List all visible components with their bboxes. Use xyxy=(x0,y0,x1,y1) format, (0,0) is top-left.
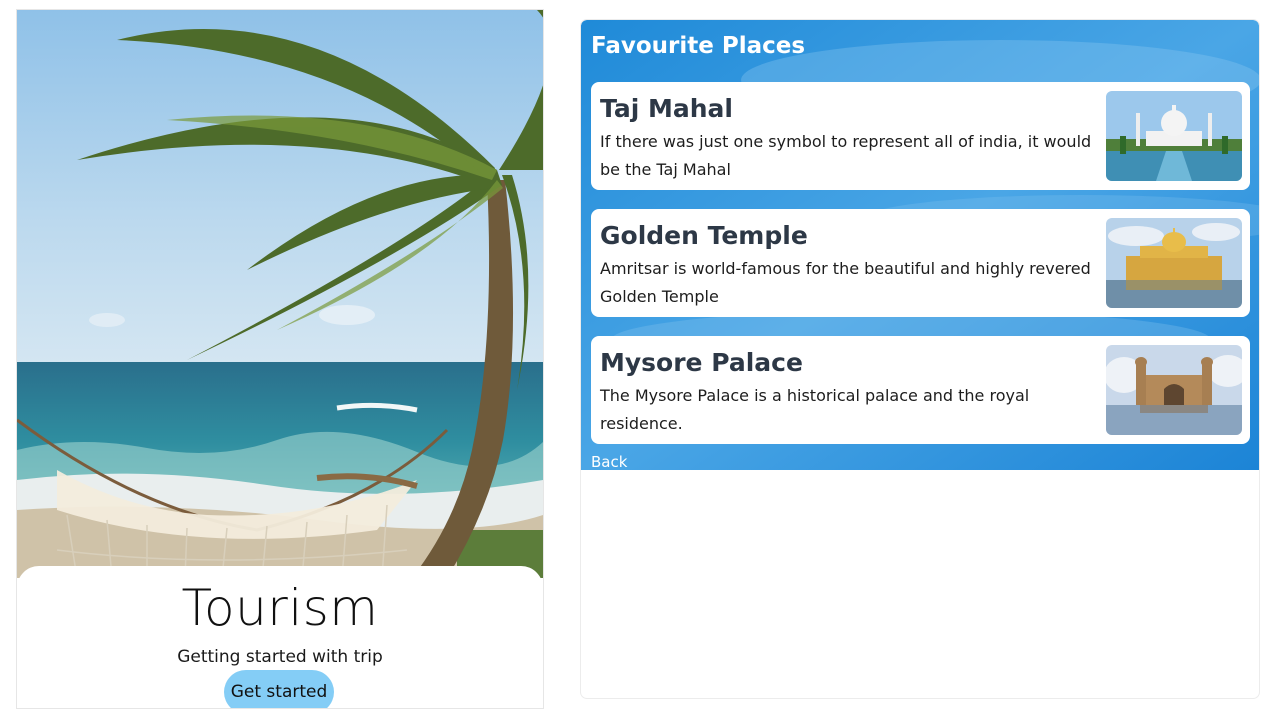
place-name: Taj Mahal xyxy=(600,94,733,123)
back-link[interactable]: Back xyxy=(591,453,627,470)
favourite-places-screen: Favourite Places Taj Mahal If there was … xyxy=(581,20,1259,698)
golden-temple-photo-icon xyxy=(1106,218,1242,308)
place-description: The Mysore Palace is a historical palace… xyxy=(600,386,1030,433)
place-description: Amritsar is world-famous for the beautif… xyxy=(600,259,1091,306)
welcome-screen: Tourism Getting started with trip Get st… xyxy=(17,10,543,708)
page-title: Favourite Places xyxy=(591,33,806,59)
beach-hero-image xyxy=(17,10,543,578)
place-description: If there was just one symbol to represen… xyxy=(600,132,1092,179)
welcome-subtitle: Getting started with trip xyxy=(177,647,383,667)
place-card-golden-temple[interactable]: Golden Temple Amritsar is world-famous f… xyxy=(591,209,1250,317)
welcome-title: Tourism xyxy=(181,579,379,637)
welcome-card: Tourism Getting started with trip Get st… xyxy=(17,566,543,708)
mysore-palace-photo-icon xyxy=(1106,345,1242,435)
place-card-taj-mahal[interactable]: Taj Mahal If there was just one symbol t… xyxy=(591,82,1250,190)
get-started-button[interactable]: Get started xyxy=(224,670,334,708)
place-name: Golden Temple xyxy=(600,221,808,250)
taj-mahal-photo-icon xyxy=(1106,91,1242,181)
place-name: Mysore Palace xyxy=(600,348,803,377)
place-card-mysore-palace[interactable]: Mysore Palace The Mysore Palace is a his… xyxy=(591,336,1250,444)
places-panel: Favourite Places Taj Mahal If there was … xyxy=(581,20,1259,470)
